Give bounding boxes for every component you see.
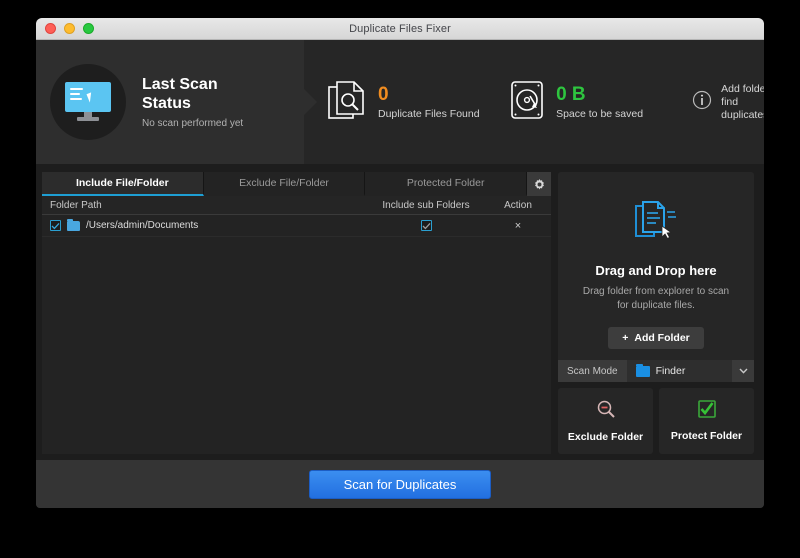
tab-bar: Include File/Folder Exclude File/Folder … xyxy=(42,172,552,196)
stat-space-saved-value: 0 B xyxy=(556,84,586,105)
titlebar: Duplicate Files Fixer xyxy=(36,18,764,40)
folder-list-panel: Include File/Folder Exclude File/Folder … xyxy=(42,172,552,454)
add-folder-hint: Add folder to find duplicates xyxy=(692,83,764,122)
chevron-down-icon[interactable] xyxy=(732,360,754,382)
row-folder-path-text: /Users/admin/Documents xyxy=(86,220,199,231)
scan-mode-row: Scan Mode Finder xyxy=(558,360,754,382)
window-title: Duplicate Files Fixer xyxy=(349,22,451,35)
scan-status-title-line2: Status xyxy=(142,95,191,112)
scan-for-duplicates-button[interactable]: Scan for Duplicates xyxy=(308,469,492,499)
plus-icon: + xyxy=(622,332,629,344)
tab-protected-folder[interactable]: Protected Folder xyxy=(365,172,528,196)
scan-mode-select[interactable]: Finder xyxy=(626,360,754,382)
protect-folder-label: Protect Folder xyxy=(670,430,743,442)
footer-bar: Scan for Duplicates xyxy=(36,460,764,508)
protect-folder-card[interactable]: Protect Folder xyxy=(659,388,754,454)
settings-gear-button[interactable] xyxy=(527,172,552,196)
action-cards: Exclude Folder Protect Folder xyxy=(558,388,754,454)
drop-zone-description: Drag folder from explorer to scan for du… xyxy=(582,286,730,311)
column-header-folder-path: Folder Path xyxy=(50,199,102,211)
hard-disk-icon xyxy=(510,80,544,125)
add-folder-button-label: Add Folder xyxy=(634,332,690,344)
row-include-subfolders-cell xyxy=(367,220,485,231)
stat-duplicate-files-value: 0 xyxy=(378,84,389,105)
row-folder-path-cell: /Users/admin/Documents xyxy=(42,218,367,231)
document-search-icon xyxy=(328,79,366,126)
magnifier-minus-icon xyxy=(596,399,616,424)
green-check-box-icon xyxy=(697,400,716,423)
row-remove-button[interactable]: × xyxy=(485,220,551,232)
monitor-cursor-icon xyxy=(65,82,111,122)
drag-drop-zone[interactable]: Drag and Drop here Drag folder from expl… xyxy=(558,172,754,382)
folder-table-body: /Users/admin/Documents × xyxy=(42,215,551,454)
info-icon xyxy=(692,90,712,115)
stat-duplicate-files-label: Duplicate Files Found xyxy=(378,108,480,120)
row-select-checkbox[interactable] xyxy=(50,220,61,231)
last-scan-status-panel: Last Scan Status No scan performed yet xyxy=(36,40,317,164)
add-folder-hint-line1: Add folder to xyxy=(721,82,764,95)
blue-folder-icon xyxy=(635,363,650,377)
scan-mode-label: Scan Mode xyxy=(558,360,627,382)
stat-space-saved: 0 B Space to be saved xyxy=(510,80,692,125)
scan-status-text: Last Scan Status No scan performed yet xyxy=(142,75,243,129)
folder-icon xyxy=(67,218,80,231)
scan-status-icon-circle xyxy=(50,64,126,140)
scan-mode-selected-value: Finder xyxy=(655,365,686,377)
scan-status-title-line1: Last Scan xyxy=(142,76,218,93)
drop-zone-title: Drag and Drop here xyxy=(595,263,717,278)
add-folder-button[interactable]: + Add Folder xyxy=(608,327,704,349)
row-subfolders-checkbox[interactable] xyxy=(420,220,432,231)
scan-status-subtitle: No scan performed yet xyxy=(142,118,244,129)
stat-duplicate-files: 0 Duplicate Files Found xyxy=(328,79,510,126)
add-folder-hint-line2: find duplicates xyxy=(721,95,764,121)
gear-icon xyxy=(534,178,544,190)
header-bar: Last Scan Status No scan performed yet 0… xyxy=(36,40,764,164)
column-header-include-subfolders: Include sub Folders xyxy=(382,199,470,211)
tab-include-file-folder[interactable]: Include File/Folder xyxy=(42,172,204,196)
column-header-action: Action xyxy=(504,199,532,211)
right-panel: Drag and Drop here Drag folder from expl… xyxy=(558,172,754,454)
exclude-folder-label: Exclude Folder xyxy=(567,431,644,443)
documents-drag-icon xyxy=(632,198,680,247)
table-row[interactable]: /Users/admin/Documents × xyxy=(42,215,551,237)
main-body: Include File/Folder Exclude File/Folder … xyxy=(36,164,764,460)
tab-exclude-file-folder[interactable]: Exclude File/Folder xyxy=(203,172,366,196)
app-window: Duplicate Files Fixer Last Scan Status N… xyxy=(36,18,764,508)
stat-space-saved-label: Space to be saved xyxy=(556,108,644,120)
stats-group: 0 Duplicate Files Found 0 B Space to be … xyxy=(304,79,764,126)
table-header: Folder Path Include sub Folders Action xyxy=(42,196,551,215)
exclude-folder-card[interactable]: Exclude Folder xyxy=(558,388,653,454)
